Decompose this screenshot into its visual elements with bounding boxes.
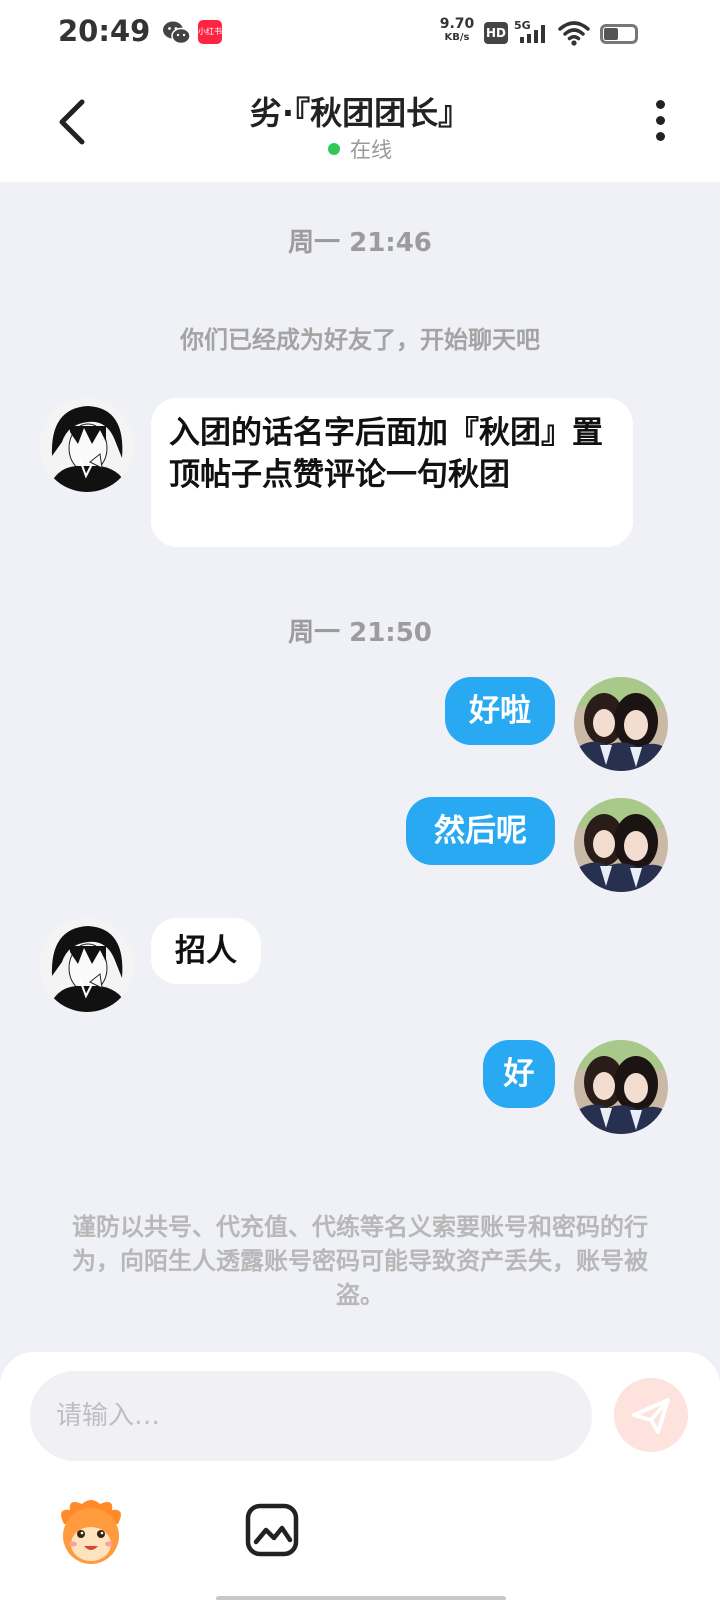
hd-icon: HD <box>484 22 508 44</box>
signal-icon: 5G <box>514 19 545 43</box>
time-separator: 周一 21:50 <box>288 618 432 648</box>
time-separator: 周一 21:46 <box>288 228 432 258</box>
input-panel <box>0 1352 720 1600</box>
incoming-message-bubble[interactable]: 入团的话名字后面加『秋团』置顶帖子点赞评论一句秋团 <box>151 398 633 547</box>
message-text: 招人 <box>175 933 237 969</box>
outgoing-message-bubble[interactable]: 然后呢 <box>406 797 555 865</box>
status-bar: 20:49 小红书 9.70 KB/s HD 5G <box>0 0 720 66</box>
outgoing-message-bubble[interactable]: 好 <box>483 1040 555 1108</box>
user-avatar[interactable] <box>574 1040 668 1134</box>
message-text: 入团的话名字后面加『秋团』置顶帖子点赞评论一句秋团 <box>169 415 603 493</box>
system-message: 你们已经成为好友了，开始聊天吧 <box>180 326 540 354</box>
contact-avatar[interactable] <box>40 398 134 492</box>
send-icon[interactable] <box>614 1378 688 1452</box>
wifi-icon <box>558 21 590 46</box>
battery-icon <box>600 24 638 44</box>
network-speed-value: 9.70 <box>439 16 475 32</box>
user-avatar[interactable] <box>574 798 668 892</box>
more-vertical-icon[interactable] <box>650 100 670 146</box>
outgoing-message-bubble[interactable]: 好啦 <box>445 677 555 745</box>
xiaohongshu-icon: 小红书 <box>198 20 222 44</box>
message-text: 好 <box>503 1056 535 1092</box>
message-input[interactable] <box>30 1371 592 1461</box>
chat-header: 劣·『秋团团长』 在线 <box>0 66 720 182</box>
chat-title: 劣·『秋团团长』 <box>249 94 471 132</box>
image-icon[interactable] <box>244 1502 300 1558</box>
back-arrow-icon[interactable] <box>50 96 94 148</box>
presence-label: 在线 <box>350 138 392 162</box>
user-avatar[interactable] <box>574 677 668 771</box>
online-dot-icon <box>328 143 340 155</box>
contact-avatar[interactable] <box>40 918 134 1012</box>
message-text: 好啦 <box>469 693 531 729</box>
message-text: 然后呢 <box>434 813 527 849</box>
signal-type: 5G <box>514 19 531 32</box>
network-speed-unit: KB/s <box>444 32 470 43</box>
home-indicator[interactable] <box>216 1596 506 1600</box>
incoming-message-bubble[interactable]: 招人 <box>151 918 261 984</box>
presence-status: 在线 <box>150 134 570 164</box>
network-speed: 9.70 KB/s <box>437 16 477 44</box>
message-input-wrapper <box>30 1371 592 1461</box>
status-time: 20:49 <box>58 14 151 48</box>
security-warning: 谨防以共号、代充值、代练等名义索要账号和密码的行为，向陌生人透露账号密码可能导致… <box>72 1213 648 1309</box>
emoji-icon[interactable] <box>54 1494 128 1568</box>
wechat-icon <box>163 21 191 45</box>
